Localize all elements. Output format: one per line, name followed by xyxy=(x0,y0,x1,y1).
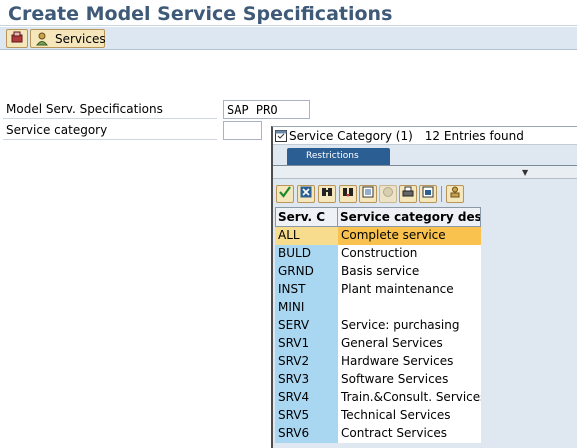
row-code[interactable]: ALL xyxy=(275,227,338,245)
table-row[interactable]: SRV5 Technical Services xyxy=(275,407,483,425)
row-description[interactable]: Hardware Services xyxy=(338,353,481,371)
table-row[interactable]: BULD Construction xyxy=(275,245,483,263)
table-row[interactable]: SRV4 Train.&Consult. Services xyxy=(275,389,483,407)
filter-icon xyxy=(422,185,434,203)
sort-icon xyxy=(362,185,374,203)
table-row[interactable]: MINI xyxy=(275,299,483,317)
disabled-button xyxy=(379,185,397,203)
row-description[interactable]: Basis service xyxy=(338,263,481,281)
service-category-value-help-popup: Service Category (1) 12 Entries found Re… xyxy=(271,126,577,448)
grid-empty-area xyxy=(483,207,577,448)
entries-found: 12 Entries found xyxy=(424,129,524,143)
service-category-label: Service category xyxy=(3,121,217,140)
personal-list-button[interactable] xyxy=(446,185,464,203)
row-description[interactable]: Contract Services xyxy=(338,425,481,443)
value-help-icon xyxy=(275,130,287,142)
continue-button[interactable] xyxy=(276,185,294,203)
row-code[interactable]: SRV4 xyxy=(275,389,338,407)
print-button[interactable] xyxy=(399,185,417,203)
row-description[interactable]: General Services xyxy=(338,335,481,353)
find-button[interactable] xyxy=(318,185,336,203)
filter-button[interactable] xyxy=(419,185,437,203)
service-category-field[interactable] xyxy=(223,121,262,140)
services-button-label: Services xyxy=(55,31,106,46)
row-code[interactable]: SERV xyxy=(275,317,338,335)
table-row[interactable]: SRV6 Contract Services xyxy=(275,425,483,443)
expand-arrow-icon[interactable]: ▼ xyxy=(522,168,528,177)
print-icon xyxy=(402,185,414,203)
table-row[interactable]: SRV1 General Services xyxy=(275,335,483,353)
restrictions-splitter[interactable]: ▼ xyxy=(273,165,577,179)
popup-toolbar xyxy=(273,183,577,207)
row-code[interactable]: SRV6 xyxy=(275,425,338,443)
personal-list-icon xyxy=(449,185,461,203)
row-code[interactable]: SRV2 xyxy=(275,353,338,371)
row-code[interactable]: BULD xyxy=(275,245,338,263)
popup-tabstrip: Restrictions xyxy=(273,146,577,165)
row-description[interactable]: Technical Services xyxy=(338,407,481,425)
model-spec-label: Model Serv. Specifications xyxy=(3,100,217,119)
row-code[interactable]: MINI xyxy=(275,299,338,317)
application-toolbar: Services xyxy=(0,27,577,50)
table-row[interactable]: ALL Complete service xyxy=(275,227,483,245)
page-title: Create Model Service Specifications xyxy=(0,0,577,26)
table-row[interactable]: SERV Service: purchasing xyxy=(275,317,483,335)
row-description[interactable] xyxy=(338,299,481,317)
row-code[interactable]: SRV5 xyxy=(275,407,338,425)
row-description[interactable]: Train.&Consult. Services xyxy=(338,389,481,407)
row-description[interactable]: Software Services xyxy=(338,371,481,389)
tab-restrictions[interactable]: Restrictions xyxy=(287,148,390,165)
model-spec-row: Model Serv. Specifications SAP PRO xyxy=(0,100,577,119)
table-row[interactable]: SRV2 Hardware Services xyxy=(275,353,483,371)
other-object-button[interactable] xyxy=(6,29,28,48)
table-row[interactable]: GRND Basis service xyxy=(275,263,483,281)
table-row[interactable]: INST Plant maintenance xyxy=(275,281,483,299)
row-code[interactable]: SRV1 xyxy=(275,335,338,353)
toolbar-separator xyxy=(441,186,442,202)
sort-button[interactable] xyxy=(359,185,377,203)
column-header-description[interactable]: Service category des xyxy=(338,207,481,227)
row-code[interactable]: SRV3 xyxy=(275,371,338,389)
row-description[interactable]: Construction xyxy=(338,245,481,263)
disabled-icon xyxy=(382,185,394,203)
popup-title: Service Category (1) xyxy=(289,129,413,143)
row-code[interactable]: GRND xyxy=(275,263,338,281)
find-icon xyxy=(321,185,333,203)
column-header-code[interactable]: Serv. C xyxy=(275,207,338,227)
services-icon xyxy=(35,32,49,46)
row-description[interactable]: Complete service xyxy=(338,227,481,245)
model-spec-field[interactable]: SAP PRO xyxy=(223,100,310,119)
results-grid: Serv. C Service category des ALL Complet… xyxy=(275,207,483,443)
table-row[interactable]: SRV3 Software Services xyxy=(275,371,483,389)
row-description[interactable]: Service: purchasing xyxy=(338,317,481,335)
row-code[interactable]: INST xyxy=(275,281,338,299)
grid-header: Serv. C Service category des xyxy=(275,207,483,227)
continue-icon xyxy=(279,185,291,203)
services-button[interactable]: Services xyxy=(30,29,106,48)
find-next-button[interactable] xyxy=(339,185,357,203)
row-description[interactable]: Plant maintenance xyxy=(338,281,481,299)
cancel-icon xyxy=(300,185,312,203)
find-next-icon xyxy=(342,185,354,203)
other-object-icon xyxy=(10,30,24,47)
cancel-button[interactable] xyxy=(297,185,315,203)
popup-title-bar[interactable]: Service Category (1) 12 Entries found xyxy=(273,127,577,145)
